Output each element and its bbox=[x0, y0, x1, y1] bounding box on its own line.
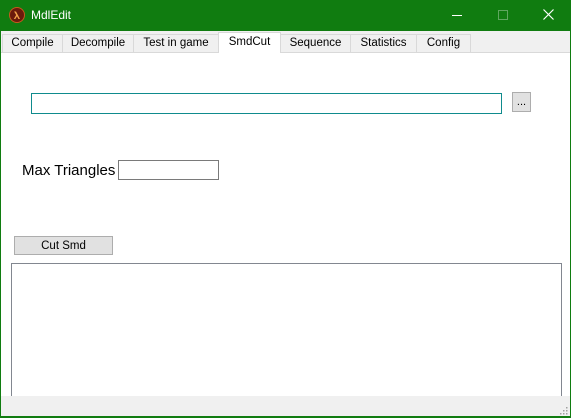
cut-smd-button[interactable]: Cut Smd bbox=[14, 236, 113, 255]
maximize-icon bbox=[498, 9, 508, 23]
tab-sequence[interactable]: Sequence bbox=[280, 34, 351, 52]
window-title: MdlEdit bbox=[31, 8, 72, 22]
client-area: Compile Decompile Test in game SmdCut Se… bbox=[1, 31, 570, 416]
half-life-lambda-icon bbox=[9, 7, 25, 23]
tab-decompile[interactable]: Decompile bbox=[62, 34, 134, 52]
tab-smdcut[interactable]: SmdCut bbox=[218, 32, 281, 53]
max-triangles-input[interactable] bbox=[118, 160, 219, 180]
tab-statistics[interactable]: Statistics bbox=[350, 34, 417, 52]
status-bar bbox=[1, 396, 570, 416]
smd-path-input[interactable] bbox=[31, 93, 502, 114]
max-triangles-label: Max Triangles bbox=[22, 162, 116, 179]
close-icon bbox=[542, 8, 554, 23]
smdcut-tab-page: ... Max Triangles Cut Smd bbox=[1, 52, 570, 414]
title-bar[interactable]: MdlEdit bbox=[0, 0, 571, 31]
tab-test-in-game[interactable]: Test in game bbox=[133, 34, 219, 52]
browse-button[interactable]: ... bbox=[512, 92, 531, 112]
tab-strip: Compile Decompile Test in game SmdCut Se… bbox=[1, 31, 570, 53]
minimize-button[interactable] bbox=[434, 0, 480, 31]
tab-config[interactable]: Config bbox=[416, 34, 471, 52]
minimize-icon bbox=[452, 9, 462, 23]
resize-grip-icon[interactable] bbox=[558, 404, 568, 415]
close-button[interactable] bbox=[525, 0, 571, 31]
mdledit-window: MdlEdit Compile Decompile Test in game S… bbox=[0, 0, 571, 417]
maximize-button[interactable] bbox=[480, 0, 526, 31]
tab-compile[interactable]: Compile bbox=[2, 34, 63, 52]
output-textarea[interactable] bbox=[11, 263, 562, 414]
